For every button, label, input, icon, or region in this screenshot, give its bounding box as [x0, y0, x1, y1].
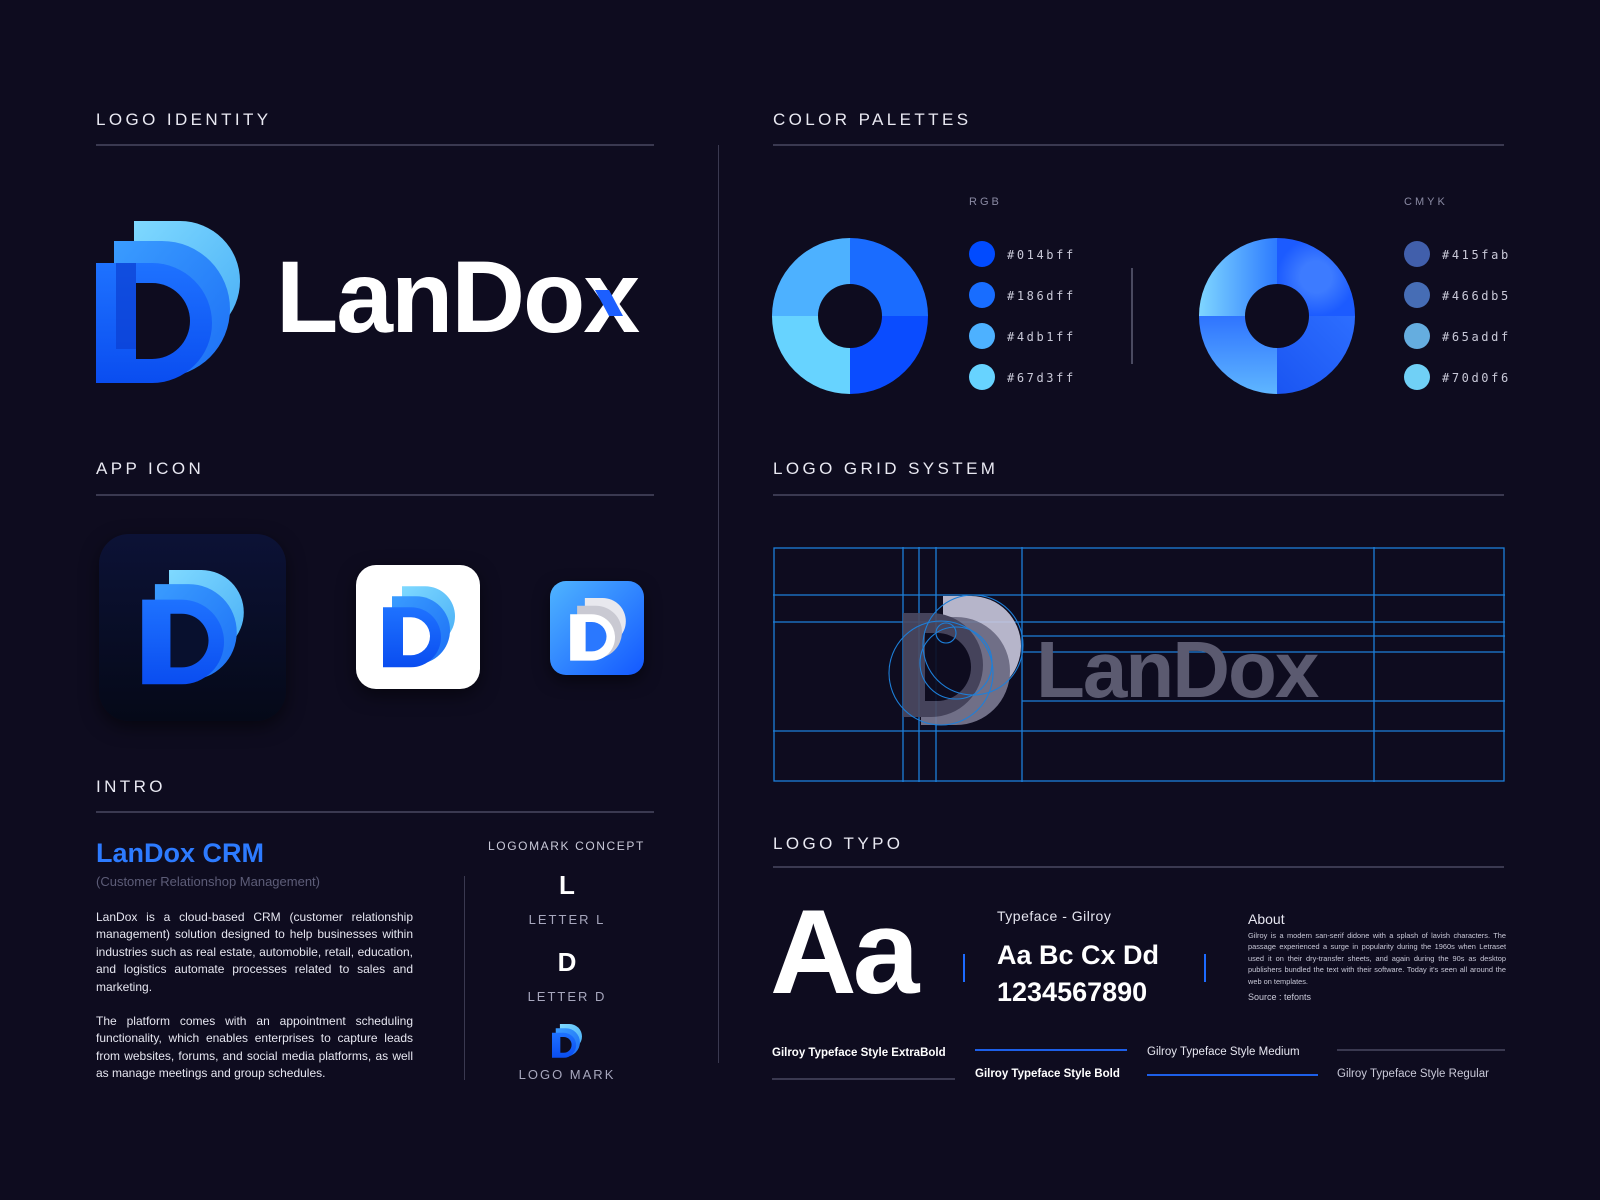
about-heading: About [1248, 911, 1285, 927]
typeface-numbers: 1234567890 [997, 977, 1148, 1007]
rgb-swatch [969, 241, 995, 267]
section-title-color-palettes: COLOR PALETTES [773, 110, 972, 129]
style-medium-label: Gilroy Typeface Style Medium [1147, 1046, 1300, 1058]
about-source: Source : tefonts [1248, 992, 1312, 1002]
intro-paragraph: LanDox is a cloud-based CRM (customer re… [96, 910, 413, 994]
style-rule [1147, 1074, 1318, 1076]
cmyk-hex-label: #415fab [1442, 248, 1511, 262]
intro-divider [464, 876, 465, 1080]
rgb-hex-label: #67d3ff [1007, 371, 1076, 385]
section-title-logo-typo: LOGO TYPO [773, 834, 904, 853]
rgb-swatch [969, 282, 995, 308]
letter-d-glyph: D [557, 947, 577, 977]
column-divider [718, 145, 719, 1063]
cmyk-hex-label: #466db5 [1442, 289, 1511, 303]
typeface-sample: Aa [770, 885, 919, 1019]
rgb-donut-chart [772, 238, 928, 394]
cmyk-swatch [1404, 241, 1430, 267]
style-bold-label: Gilroy Typeface Style Bold [975, 1068, 1120, 1080]
app-icon-blue [550, 581, 644, 675]
letter-l-glyph: L [559, 870, 575, 900]
style-rule [975, 1049, 1127, 1051]
palette-divider [1131, 268, 1133, 364]
about-text: Gilroy is a modern san-serif didone with… [1248, 931, 1506, 986]
style-regular-label: Gilroy Typeface Style Regular [1337, 1068, 1489, 1080]
cmyk-swatch [1404, 282, 1430, 308]
rgb-hex-label: #4db1ff [1007, 330, 1076, 344]
cmyk-hex-label: #70d0f6 [1442, 371, 1511, 385]
wordmark-text: LanDo [276, 240, 585, 354]
rgb-hex-label: #014bff [1007, 248, 1076, 262]
section-rule [96, 494, 654, 496]
wordmark-x-accent [595, 290, 623, 316]
app-icon-d-icon [142, 570, 244, 685]
cmyk-donut-chart [1199, 238, 1355, 394]
rgb-heading: RGB [969, 196, 1002, 208]
cmyk-swatch [1404, 364, 1430, 390]
section-rule [96, 144, 654, 146]
intro-title: LanDox CRM [96, 838, 264, 868]
style-rule [772, 1078, 955, 1080]
section-title-logo-grid-system: LOGO GRID SYSTEM [773, 459, 999, 478]
section-title-intro: INTRO [96, 777, 166, 796]
section-rule [773, 144, 1504, 146]
section-title-app-icon: APP ICON [96, 459, 205, 478]
typeface-label: Typeface - Gilroy [997, 908, 1112, 924]
rgb-swatch [969, 323, 995, 349]
section-rule [773, 494, 1504, 496]
rgb-hex-label: #186dff [1007, 289, 1076, 303]
divider-accent [1204, 954, 1206, 982]
intro-paragraph: The platform comes with an appointment s… [96, 1014, 413, 1081]
grid-wordmark: LanDox [1036, 625, 1319, 714]
divider-accent [963, 954, 965, 982]
logo-mark-label: LOGO MARK [518, 1067, 616, 1082]
cmyk-swatch [1404, 323, 1430, 349]
intro-subtitle: (Customer Relationshop Management) [96, 874, 320, 889]
brand-wordmark: LanDox [276, 246, 640, 348]
app-icon-d-icon [570, 598, 626, 661]
rgb-swatch [969, 364, 995, 390]
style-extrabold-label: Gilroy Typeface Style ExtraBold [772, 1047, 946, 1059]
logo-mark-icon [552, 1024, 582, 1058]
cmyk-heading: CMYK [1404, 196, 1448, 208]
section-rule [96, 811, 654, 813]
logo-grid-diagram: LanDox [773, 547, 1505, 782]
letter-l-label: LETTER L [528, 912, 606, 927]
logo-mark-icon [96, 221, 240, 383]
app-icon-d-icon [383, 586, 455, 668]
cmyk-hex-label: #65addf [1442, 330, 1511, 344]
app-icon-dark [99, 534, 286, 721]
logomark-concept-heading: LOGOMARK CONCEPT [488, 839, 645, 853]
section-title-logo-identity: LOGO IDENTITY [96, 110, 272, 129]
section-rule [773, 866, 1504, 868]
style-rule [1337, 1049, 1505, 1051]
typeface-alphabet: Aa Bc Cx Dd [997, 940, 1160, 970]
letter-d-label: LETTER D [527, 989, 607, 1004]
app-icon-light [356, 565, 480, 689]
